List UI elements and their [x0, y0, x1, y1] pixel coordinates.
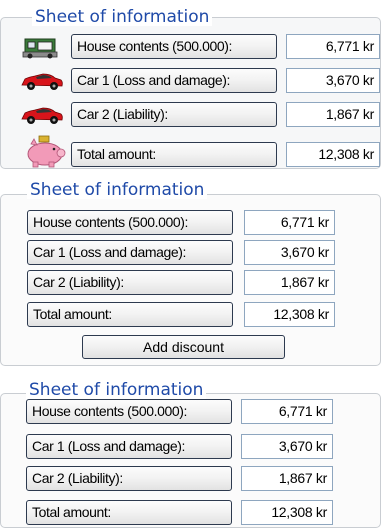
car1-value: 3,670 kr: [241, 434, 333, 459]
car2-value: 1,867 kr: [241, 466, 333, 491]
house-contents-button[interactable]: House contents (500.000):: [71, 34, 277, 59]
car2-row: Car 2 (Liability): 1,867 kr: [1, 270, 380, 296]
car1-button[interactable]: Car 1 (Loss and damage):: [71, 68, 277, 93]
total-button[interactable]: Total amount:: [71, 142, 277, 167]
panel-title: Sheet of information: [27, 181, 208, 199]
car2-value: 1,867 kr: [286, 102, 380, 127]
car2-button[interactable]: Car 2 (Liability):: [71, 102, 277, 127]
car2-row: Car 2 (Liability): 1,867 kr: [1, 102, 380, 128]
car1-row: Car 1 (Loss and damage): 3,670 kr: [1, 240, 380, 266]
panel-title: Sheet of information: [26, 381, 207, 399]
house-contents-row: House contents (500.000): 6,771 kr: [1, 210, 380, 236]
house-contents-button[interactable]: House contents (500.000):: [27, 210, 233, 235]
add-discount-button[interactable]: Add discount: [82, 335, 285, 359]
house-contents-value: 6,771 kr: [244, 210, 335, 235]
total-row: Total amount: 12,308 kr: [1, 500, 380, 526]
car1-button[interactable]: Car 1 (Loss and damage):: [26, 434, 232, 459]
info-panel: Sheet of information House contents (500…: [0, 381, 381, 528]
car2-button[interactable]: Car 2 (Liability):: [26, 466, 232, 491]
car2-row: Car 2 (Liability): 1,867 kr: [1, 466, 380, 492]
info-panel-with-icons: Sheet of information House contents (500…: [0, 8, 381, 169]
house-contents-row: House contents (500.000): 6,771 kr: [1, 399, 380, 425]
info-panel-with-discount: Sheet of information House contents (500…: [0, 181, 381, 366]
total-button[interactable]: Total amount:: [26, 500, 232, 525]
car1-value: 3,670 kr: [286, 68, 380, 93]
car2-value: 1,867 kr: [244, 270, 335, 295]
total-value: 12,308 kr: [244, 302, 335, 327]
car2-button[interactable]: Car 2 (Liability):: [27, 270, 233, 295]
total-value: 12,308 kr: [286, 142, 380, 167]
house-contents-value: 6,771 kr: [241, 399, 333, 424]
house-contents-value: 6,771 kr: [286, 34, 380, 59]
total-button[interactable]: Total amount:: [27, 302, 233, 327]
car1-value: 3,670 kr: [244, 240, 335, 265]
car1-button[interactable]: Car 1 (Loss and damage):: [27, 240, 233, 265]
total-value: 12,308 kr: [241, 500, 333, 525]
total-row: Total amount: 12,308 kr: [1, 302, 380, 328]
car1-row: Car 1 (Loss and damage): 3,670 kr: [1, 68, 380, 94]
house-contents-button[interactable]: House contents (500.000):: [26, 399, 232, 424]
panel-title: Sheet of information: [32, 8, 213, 26]
total-row: Total amount: 12,308 kr: [1, 142, 380, 168]
car1-row: Car 1 (Loss and damage): 3,670 kr: [1, 434, 380, 460]
house-contents-row: House contents (500.000): 6,771 kr: [1, 34, 380, 60]
